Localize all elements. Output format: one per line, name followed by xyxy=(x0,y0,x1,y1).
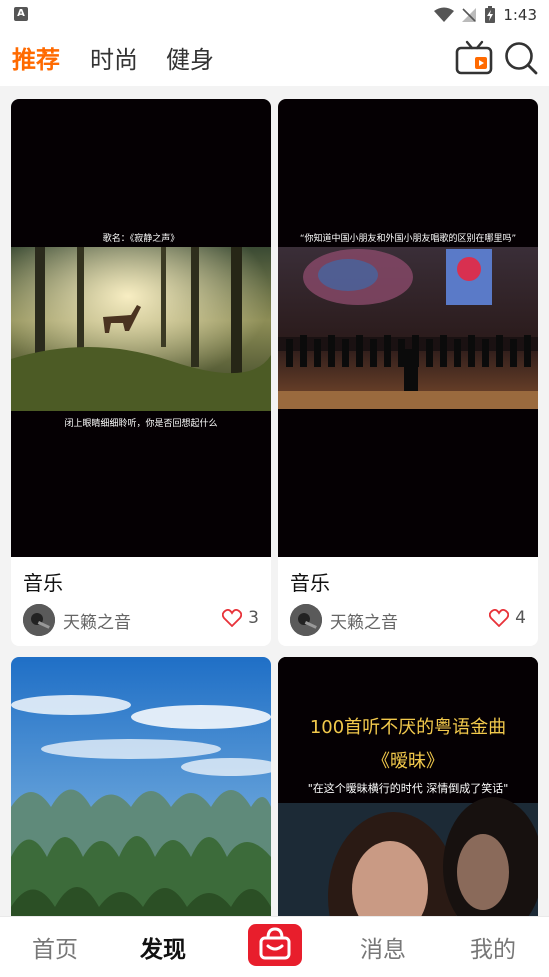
tab-fashion[interactable]: 时尚 xyxy=(90,40,138,75)
nav-home[interactable]: 首页 xyxy=(32,930,78,964)
like-button[interactable]: 4 xyxy=(489,608,526,628)
card-title: 音乐 xyxy=(290,571,330,595)
clock: 1:43 xyxy=(503,6,537,24)
tab-fitness[interactable]: 健身 xyxy=(166,40,214,75)
author-name[interactable]: 天籁之音 xyxy=(63,608,131,633)
quote-caption: "在这个暧昧横行的时代 深情倒成了笑话" xyxy=(307,782,509,795)
tv-icon[interactable] xyxy=(455,40,493,76)
bottom-nav: 首页 发现 消息 我的 xyxy=(0,916,549,977)
notification-a-icon: A xyxy=(14,7,28,21)
mountain-landscape-image xyxy=(11,657,271,916)
wifi-icon xyxy=(434,7,455,22)
video-thumbnail xyxy=(11,657,271,916)
video-thumbnail: 100首听不厌的粤语金曲 《暧昧》 "在这个暧昧横行的时代 深情倒成了笑话" xyxy=(278,657,538,916)
like-button[interactable]: 3 xyxy=(222,608,259,628)
top-tab-bar: 推荐 时尚 健身 xyxy=(0,30,549,86)
avatar[interactable] xyxy=(23,604,55,636)
feed-card[interactable]: 100首听不厌的粤语金曲 《暧昧》 "在这个暧昧横行的时代 深情倒成了笑话" xyxy=(278,657,538,916)
tab-recommend[interactable]: 推荐 xyxy=(12,40,60,75)
song-name-caption: 歌名：《寂静之声》 xyxy=(102,234,180,244)
nav-me[interactable]: 我的 xyxy=(470,930,516,964)
feed-card[interactable]: “你知道中国小朋友和外国小朋友唱歌的区别在哪里吗” 音乐 天籁之音 4 xyxy=(278,99,538,646)
shop-bag-button[interactable] xyxy=(248,924,302,966)
choir-stage-image xyxy=(278,247,538,409)
battery-icon xyxy=(485,6,496,23)
like-count: 4 xyxy=(515,608,526,628)
search-icon[interactable] xyxy=(503,40,539,76)
song-title: 《暧昧》 xyxy=(372,751,444,772)
feed-card[interactable]: 歌名：《寂静之声》 闭上眼睛细细聆听，你是否回想起什么 音乐 天籁之音 3 xyxy=(11,99,271,646)
like-count: 3 xyxy=(248,608,259,628)
feed-grid: 歌名：《寂静之声》 闭上眼睛细细聆听，你是否回想起什么 音乐 天籁之音 3 “你… xyxy=(0,86,549,916)
nav-discover[interactable]: 发现 xyxy=(140,930,186,964)
author-name[interactable]: 天籁之音 xyxy=(330,608,398,633)
avatar[interactable] xyxy=(290,604,322,636)
status-icons: 1:43 xyxy=(434,4,537,26)
forest-deer-image xyxy=(11,247,271,411)
heart-icon xyxy=(222,609,243,627)
card-title: 音乐 xyxy=(23,571,63,595)
video-thumbnail: 歌名：《寂静之声》 闭上眼睛细细聆听，你是否回想起什么 xyxy=(11,99,271,557)
no-signal-icon xyxy=(462,8,477,22)
nav-messages[interactable]: 消息 xyxy=(360,930,406,964)
video-thumbnail: “你知道中国小朋友和外国小朋友唱歌的区别在哪里吗” xyxy=(278,99,538,557)
playlist-title: 100首听不厌的粤语金曲 xyxy=(309,717,507,738)
feed-card[interactable] xyxy=(11,657,271,916)
subtitle-caption: 闭上眼睛细细聆听，你是否回想起什么 xyxy=(64,419,218,429)
shopping-bag-icon xyxy=(259,927,291,960)
question-caption: “你知道中国小朋友和外国小朋友唱歌的区别在哪里吗” xyxy=(299,234,517,244)
status-bar: A 1:43 xyxy=(0,0,549,30)
heart-icon xyxy=(489,609,510,627)
